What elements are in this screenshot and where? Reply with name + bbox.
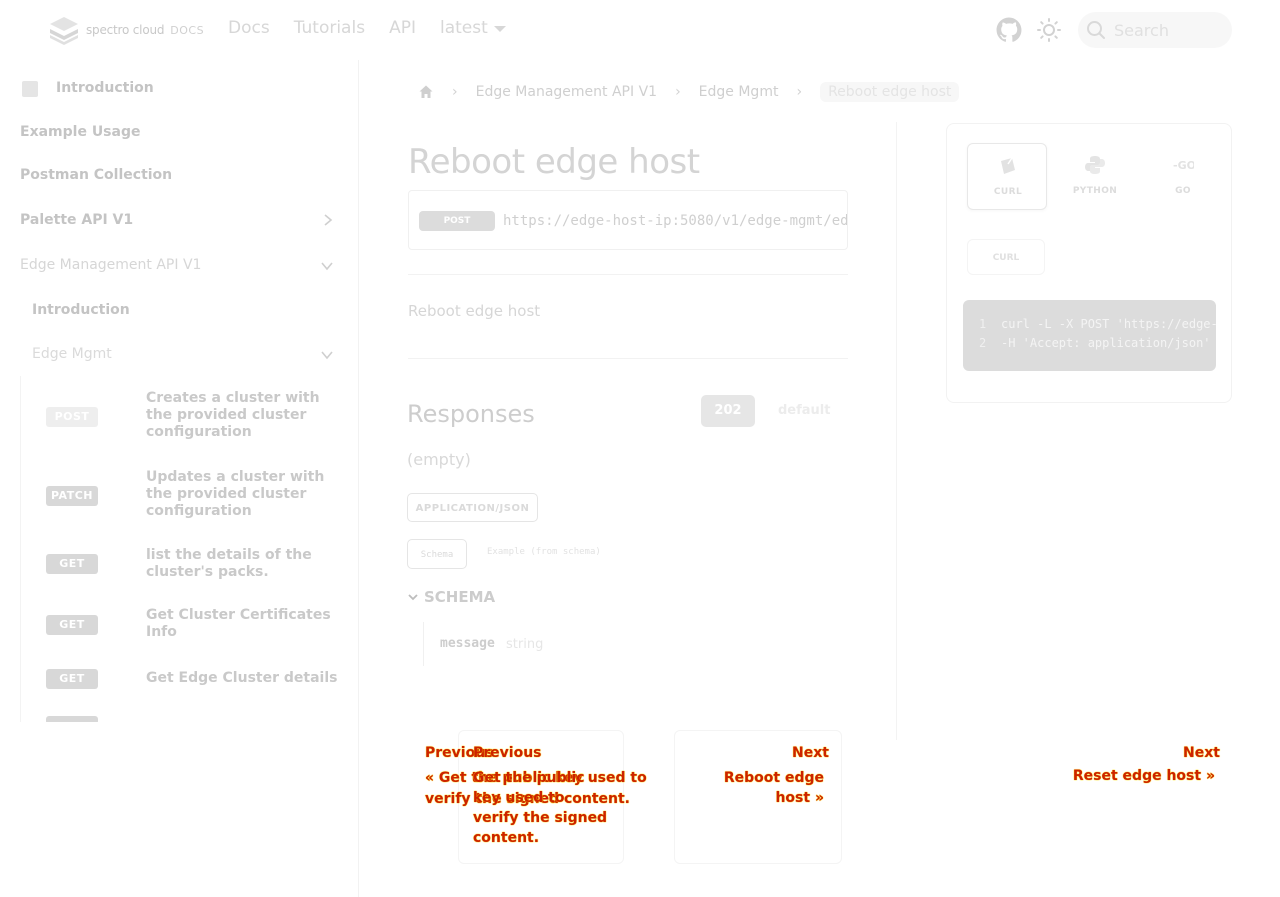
- pagination-next-title[interactable]: Reboot edge host »: [688, 768, 824, 808]
- sidebar-item-palette-api[interactable]: Palette API V1: [20, 212, 133, 228]
- response-empty-text: (empty): [407, 450, 471, 469]
- chevron-down-icon: [408, 594, 418, 601]
- pagination-prev-title-2[interactable]: Get the public key used to verify the si…: [473, 768, 613, 848]
- site-logo[interactable]: spectro cloud DOCS: [48, 15, 204, 45]
- code-line: 1 curl -L -X POST 'https://edge-host-ip:5…: [979, 317, 1216, 331]
- chevron-down-icon[interactable]: [321, 260, 333, 272]
- tab-lang-go[interactable]: -GO GO: [1143, 143, 1223, 210]
- logo-text: spectro cloud: [86, 23, 165, 37]
- line-number: 1: [979, 317, 987, 331]
- search-icon: [1087, 21, 1105, 39]
- home-icon[interactable]: [418, 84, 434, 100]
- tab-curl-variant[interactable]: CURL: [967, 239, 1045, 275]
- sidebar-item-edge-introduction[interactable]: Introduction: [32, 302, 130, 318]
- code-text: -H 'Accept: application/json': [1001, 336, 1211, 350]
- endpoint-list: POST Creates a cluster with the provided…: [20, 376, 342, 722]
- version-dropdown[interactable]: latest: [440, 18, 506, 38]
- caret-down-icon: [493, 26, 506, 32]
- search-box[interactable]: [1078, 12, 1232, 48]
- top-navbar: spectro cloud DOCS Docs Tutorials API la…: [0, 0, 1280, 60]
- breadcrumb-item[interactable]: Edge Management API V1: [476, 84, 657, 100]
- method-badge: GET: [46, 615, 98, 635]
- property-type: string: [506, 637, 544, 652]
- chevron-right-icon[interactable]: [322, 214, 334, 226]
- method-badge-partial: [46, 716, 98, 722]
- nav-link-docs[interactable]: Docs: [228, 18, 270, 38]
- go-icon: -GO: [1173, 159, 1194, 172]
- sidebar-item-example-usage[interactable]: Example Usage: [20, 124, 140, 140]
- divider: [408, 274, 848, 275]
- lang-label: CURL: [993, 187, 1023, 197]
- sidebar-item-introduction[interactable]: Introduction: [56, 80, 154, 96]
- schema-toggle[interactable]: SCHEMA: [408, 588, 495, 606]
- pagination-prev-label-2: Previous: [473, 745, 542, 761]
- endpoint-description: Reboot edge host: [408, 302, 541, 320]
- main-content: › Edge Management API V1 › Edge Mgmt › R…: [360, 60, 1280, 897]
- version-label: latest: [439, 18, 488, 38]
- breadcrumb-item[interactable]: Edge Mgmt: [699, 84, 779, 100]
- breadcrumb-separator: ›: [675, 84, 681, 100]
- pagination-next-label: Next: [792, 745, 829, 761]
- sidebar-item-postman[interactable]: Postman Collection: [20, 167, 172, 183]
- lang-label: PYTHON: [1072, 186, 1118, 196]
- breadcrumb-current: Reboot edge host: [820, 82, 960, 102]
- code-block[interactable]: 1 curl -L -X POST 'https://edge-host-ip:5…: [963, 300, 1216, 371]
- endpoint-label: Get Edge Cluster details: [146, 670, 338, 686]
- property-name: message: [440, 636, 495, 651]
- tab-response-default[interactable]: default: [778, 403, 830, 418]
- nav-link-api[interactable]: API: [389, 18, 416, 38]
- pagination-next-label-2: Next: [1183, 745, 1220, 761]
- content-divider: [896, 122, 897, 740]
- line-number: 2: [979, 336, 987, 350]
- chevron-down-icon[interactable]: [321, 349, 333, 361]
- breadcrumb-separator: ›: [796, 84, 803, 100]
- spectro-cloud-logo-icon: [50, 17, 78, 45]
- method-badge: GET: [46, 554, 98, 574]
- curl-icon: [1001, 157, 1015, 174]
- lang-label: GO: [1175, 186, 1191, 196]
- divider: [408, 358, 848, 359]
- breadcrumb-separator: ›: [452, 84, 458, 100]
- endpoint-label: list the details of the cluster's packs.: [146, 547, 312, 580]
- content-type-tab[interactable]: APPLICATION/JSON: [407, 493, 538, 522]
- code-text: curl -L -X POST 'https://edge-host-ip:50…: [1001, 317, 1216, 331]
- schema-property: message string: [423, 622, 843, 666]
- sidebar: Introduction Example Usage Postman Colle…: [0, 60, 359, 897]
- tab-example[interactable]: Example (from schema): [487, 547, 601, 557]
- breadcrumb: › Edge Management API V1 › Edge Mgmt › R…: [418, 82, 960, 102]
- method-badge: POST: [419, 211, 495, 231]
- pagination-next-title-2[interactable]: Reset edge host »: [1060, 768, 1215, 784]
- endpoint-label: Updates a cluster with the provided clus…: [146, 469, 325, 519]
- method-badge: PATCH: [46, 486, 98, 506]
- nav-links: Docs Tutorials API latest: [228, 18, 506, 38]
- endpoint-bar: POST https://edge-host-ip:5080/v1/edge-m…: [408, 190, 848, 250]
- sidebar-item-edge-api[interactable]: Edge Management API V1: [20, 257, 201, 273]
- sidebar-item-edge-mgmt[interactable]: Edge Mgmt: [32, 346, 112, 362]
- search-input[interactable]: [1114, 20, 1224, 40]
- python-icon: [1085, 156, 1105, 174]
- theme-toggle-sun-icon[interactable]: [1037, 18, 1061, 42]
- method-badge: POST: [46, 407, 98, 427]
- github-icon[interactable]: [996, 17, 1022, 43]
- responses-heading: Responses: [407, 400, 535, 428]
- method-badge: GET: [46, 669, 98, 689]
- code-sample-panel: CURL PYTHON -GO GO CURL 1 curl -L -X POST…: [946, 123, 1232, 403]
- logo-docs-suffix: DOCS: [170, 23, 205, 37]
- tab-lang-python[interactable]: PYTHON: [1055, 143, 1135, 210]
- endpoint-url: https://edge-host-ip:5080/v1/edge-mgmt/e…: [503, 213, 848, 229]
- endpoint-label: Creates a cluster with the provided clus…: [146, 390, 320, 440]
- nav-link-tutorials[interactable]: Tutorials: [294, 18, 365, 38]
- page-title: Reboot edge host: [408, 142, 700, 182]
- code-line: 2 -H 'Accept: application/json': [979, 336, 1211, 350]
- tab-schema[interactable]: Schema: [407, 539, 467, 569]
- tab-response-202[interactable]: 202: [701, 395, 755, 427]
- intro-page-icon: [22, 81, 38, 97]
- tab-lang-curl[interactable]: CURL: [967, 143, 1047, 210]
- svg-text:-GO: -GO: [1173, 159, 1194, 172]
- endpoint-label: Get Cluster Certificates Info: [146, 607, 331, 640]
- schema-heading: SCHEMA: [424, 588, 496, 606]
